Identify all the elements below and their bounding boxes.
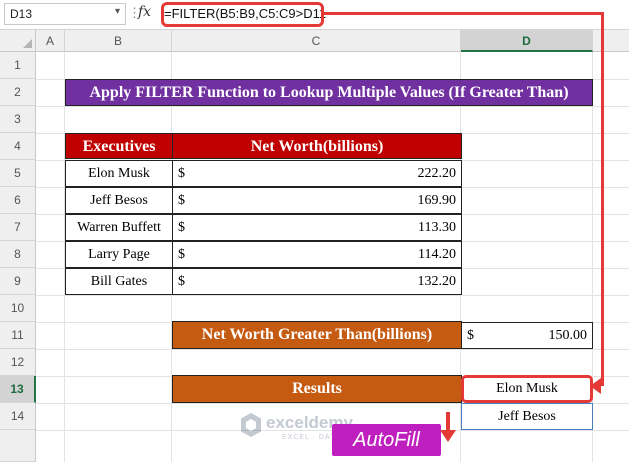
header-executives[interactable]: Executives [65, 133, 173, 159]
criteria-value-cell[interactable]: $150.00 [461, 322, 593, 349]
row-header-12[interactable]: 12 [0, 349, 36, 376]
row-header-15[interactable] [0, 430, 36, 462]
row-header-6[interactable]: 6 [0, 187, 36, 214]
net-worth-value: 132.20 [417, 274, 457, 289]
net-worth-cell[interactable]: $113.30 [172, 214, 462, 241]
insert-function-icon[interactable]: fx [138, 4, 151, 20]
column-header-b[interactable]: B [65, 30, 172, 52]
currency-symbol: $ [178, 220, 185, 235]
row-header-8[interactable]: 8 [0, 241, 36, 268]
row-header-1[interactable]: 1 [0, 52, 36, 79]
connector-line [324, 12, 604, 15]
row-header-11[interactable]: 11 [0, 322, 36, 349]
net-worth-value: 113.30 [418, 220, 456, 235]
row-header-5[interactable]: 5 [0, 160, 36, 187]
grid-line [36, 106, 629, 107]
results-label[interactable]: Results [172, 375, 462, 403]
currency-symbol: $ [178, 166, 185, 181]
currency-symbol: $ [178, 274, 185, 289]
down-arrow-shaft [446, 412, 450, 432]
column-header-e[interactable] [593, 30, 629, 52]
column-header-a[interactable]: A [36, 30, 65, 52]
row-header-14[interactable]: 14 [0, 403, 36, 430]
column-header-c[interactable]: C [172, 30, 461, 52]
sheet-title[interactable]: Apply FILTER Function to Lookup Multiple… [65, 79, 593, 106]
currency-symbol: $ [178, 247, 185, 262]
executive-cell[interactable]: Elon Musk [65, 160, 173, 187]
header-net-worth[interactable]: Net Worth(billions) [172, 133, 462, 159]
row-header-4[interactable]: 4 [0, 133, 36, 160]
net-worth-cell[interactable]: $114.20 [172, 241, 462, 268]
executive-cell[interactable]: Larry Page [65, 241, 173, 268]
exceldemy-logo-icon [241, 413, 261, 437]
row-header-13[interactable]: 13 [0, 376, 36, 403]
autofill-badge: AutoFill [332, 424, 441, 456]
net-worth-value: 114.20 [418, 247, 456, 262]
currency-symbol: $ [467, 328, 474, 343]
net-worth-cell[interactable]: $222.20 [172, 160, 462, 187]
executive-cell[interactable]: Jeff Besos [65, 187, 173, 214]
net-worth-value: 222.20 [417, 166, 457, 181]
grid-line [36, 349, 629, 350]
result-cell-selected[interactable]: Elon Musk [461, 375, 593, 403]
select-all-corner[interactable] [0, 30, 36, 52]
formula-highlight-box [161, 2, 324, 27]
result-cell-spill[interactable]: Jeff Besos [461, 403, 593, 430]
executive-cell[interactable]: Warren Buffett [65, 214, 173, 241]
chevron-down-icon[interactable]: ▾ [115, 6, 120, 17]
grid-line [36, 295, 629, 296]
arrow-left-icon [590, 378, 601, 394]
row-header-10[interactable]: 10 [0, 295, 36, 322]
criteria-label[interactable]: Net Worth Greater Than(billions) [172, 321, 462, 349]
name-box-value: D13 [10, 7, 33, 21]
executive-cell[interactable]: Bill Gates [65, 268, 173, 295]
arrow-down-icon [440, 430, 456, 442]
row-header-2[interactable]: 2 [0, 79, 36, 106]
net-worth-cell[interactable]: $132.20 [172, 268, 462, 295]
column-header-d[interactable]: D [461, 30, 593, 52]
row-header-9[interactable]: 9 [0, 268, 36, 295]
connector-line [601, 12, 604, 386]
net-worth-cell[interactable]: $169.90 [172, 187, 462, 214]
currency-symbol: $ [178, 193, 185, 208]
name-box[interactable]: D13 ▾ [4, 3, 126, 25]
row-header-3[interactable]: 3 [0, 106, 36, 133]
net-worth-value: 169.90 [417, 193, 457, 208]
criteria-value: 150.00 [548, 328, 588, 343]
row-header-7[interactable]: 7 [0, 214, 36, 241]
